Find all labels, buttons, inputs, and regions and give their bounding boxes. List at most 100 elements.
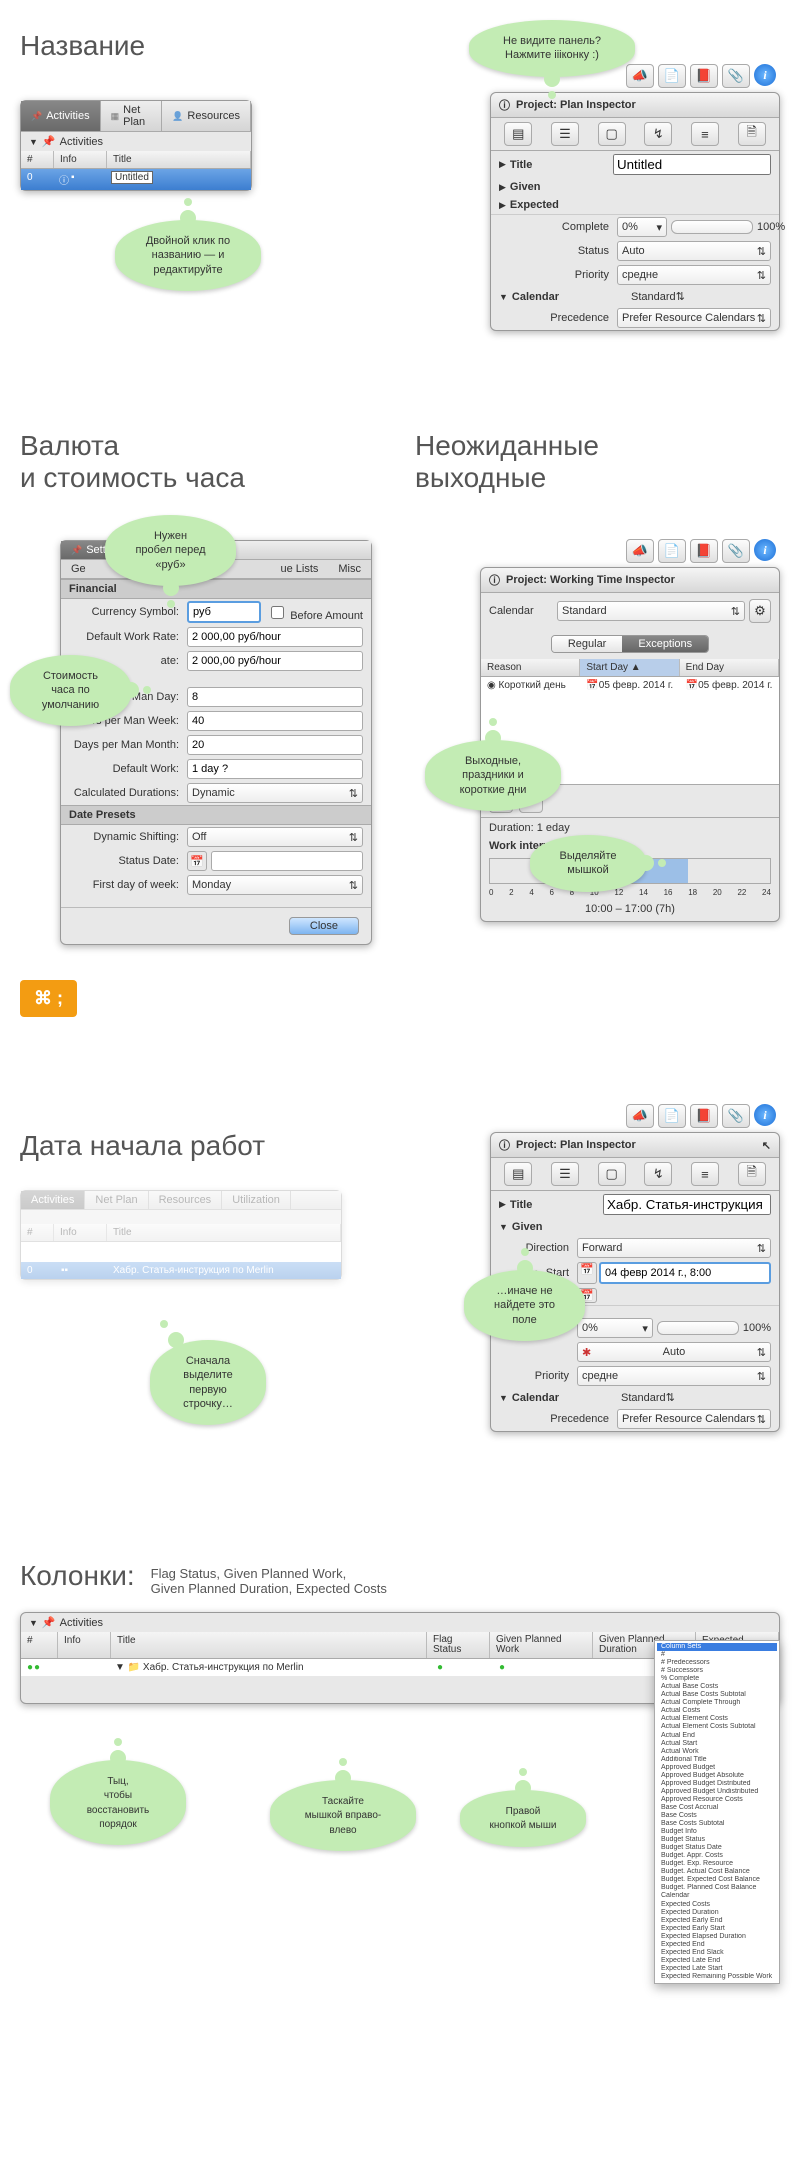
tab-resources[interactable]: Resources: [149, 1191, 223, 1209]
menu-item[interactable]: Base Cost Accrual: [657, 1804, 777, 1812]
book-icon[interactable]: 📕: [690, 64, 718, 88]
default-work-input[interactable]: [187, 759, 363, 779]
menu-item[interactable]: Actual Base Costs: [657, 1683, 777, 1691]
menu-item[interactable]: Expected Late End: [657, 1957, 777, 1965]
row-calendar[interactable]: ▼CalendarStandard⇅: [491, 287, 779, 306]
menu-item[interactable]: Actual Costs: [657, 1707, 777, 1715]
insp-tab-1[interactable]: ▤: [504, 122, 532, 146]
menu-item[interactable]: Expected Costs: [657, 1901, 777, 1909]
menu-item[interactable]: Actual End: [657, 1732, 777, 1740]
activity-row[interactable]: 0 ▪▪ Хабр. Статья-инструкция по Merlin: [21, 1262, 341, 1279]
priority-select[interactable]: средне⇅: [577, 1366, 771, 1386]
gear-icon[interactable]: ⚙: [749, 599, 771, 623]
insp-tab-6[interactable]: 🗎: [738, 1162, 766, 1186]
activity-row[interactable]: 0 ⓘ▪ Untitled: [21, 169, 251, 190]
menu-item[interactable]: Base Costs Subtotal: [657, 1820, 777, 1828]
row-expected[interactable]: ▶Expected: [491, 196, 779, 214]
menu-item[interactable]: Actual Start: [657, 1740, 777, 1748]
menu-item[interactable]: Budget Info: [657, 1828, 777, 1836]
menu-item[interactable]: Expected Remaining Possible Work: [657, 1973, 777, 1981]
menu-item[interactable]: Approved Budget Distributed: [657, 1780, 777, 1788]
col-start-day[interactable]: Start Day ▲: [580, 659, 679, 676]
insp-tab-4[interactable]: ↯: [644, 1162, 672, 1186]
col-title[interactable]: Title: [111, 1632, 427, 1658]
menu-item[interactable]: Expected Duration: [657, 1909, 777, 1917]
menu-item[interactable]: Budget. Exp. Resource: [657, 1860, 777, 1868]
calc-durations-select[interactable]: Dynamic⇅: [187, 783, 363, 803]
calendar-select[interactable]: Standard⇅: [621, 1391, 771, 1404]
insp-tab-4[interactable]: ↯: [644, 122, 672, 146]
complete-select[interactable]: 0%▾: [577, 1318, 653, 1338]
menu-item[interactable]: Expected Early End: [657, 1917, 777, 1925]
menu-item[interactable]: Column Sets: [657, 1643, 777, 1651]
menu-item[interactable]: Budget. Expected Cost Balance: [657, 1876, 777, 1884]
insp-tab-5[interactable]: ≡: [691, 122, 719, 146]
menu-item[interactable]: Base Costs: [657, 1812, 777, 1820]
col-title[interactable]: Title: [107, 151, 251, 168]
calendar-select[interactable]: Standard⇅: [631, 290, 771, 303]
priority-select[interactable]: средне⇅: [617, 265, 771, 285]
progress-bar[interactable]: [671, 220, 753, 234]
menu-item[interactable]: Budget. Planned Cost Balance: [657, 1884, 777, 1892]
insp-tab-6[interactable]: 🗎: [738, 122, 766, 146]
menu-item[interactable]: Expected Elapsed Duration: [657, 1933, 777, 1941]
menu-item[interactable]: Budget Status: [657, 1836, 777, 1844]
tab-utilization[interactable]: Utilization: [222, 1191, 291, 1209]
subtab-general[interactable]: Ge: [61, 560, 96, 578]
menu-item[interactable]: Approved Budget: [657, 1764, 777, 1772]
menu-item[interactable]: Expected Late Start: [657, 1965, 777, 1973]
tab-activities[interactable]: 📌Activities: [21, 101, 101, 131]
clip-icon[interactable]: 📎: [722, 1104, 750, 1128]
calendar-icon[interactable]: 📅: [187, 851, 207, 871]
col-info[interactable]: Info: [54, 151, 107, 168]
menu-item[interactable]: Calendar: [657, 1892, 777, 1900]
status-select[interactable]: Auto⇅: [617, 241, 771, 261]
menu-item[interactable]: Expected End Slack: [657, 1949, 777, 1957]
col-end-day[interactable]: End Day: [680, 659, 779, 676]
book-icon[interactable]: 📕: [690, 539, 718, 563]
menu-item[interactable]: Actual Work: [657, 1748, 777, 1756]
title-input[interactable]: [603, 1194, 771, 1215]
insp-tab-5[interactable]: ≡: [691, 1162, 719, 1186]
activities-subheader[interactable]: ▼📌Activities: [21, 132, 251, 151]
calendar-select[interactable]: Standard⇅: [557, 601, 745, 621]
menu-item[interactable]: #: [657, 1651, 777, 1659]
activities-subheader[interactable]: ▼📌Activities: [21, 1613, 779, 1632]
announce-icon[interactable]: 📣: [626, 1104, 654, 1128]
days-per-month-input[interactable]: [187, 735, 363, 755]
tab-activities[interactable]: Activities: [21, 1191, 85, 1209]
menu-item[interactable]: Actual Element Costs Subtotal: [657, 1723, 777, 1731]
menu-item[interactable]: # Predecessors: [657, 1659, 777, 1667]
menu-item[interactable]: Actual Element Costs: [657, 1715, 777, 1723]
first-day-select[interactable]: Monday⇅: [187, 875, 363, 895]
overtime-rate-input[interactable]: [187, 651, 363, 671]
col-num[interactable]: #: [21, 1632, 58, 1658]
complete-select[interactable]: 0%▾: [617, 217, 667, 237]
announce-icon[interactable]: 📣: [626, 539, 654, 563]
precedence-select[interactable]: Prefer Resource Calendars⇅: [617, 1409, 771, 1429]
precedence-select[interactable]: Prefer Resource Calendars⇅: [617, 308, 771, 328]
hours-per-day-input[interactable]: [187, 687, 363, 707]
progress-bar[interactable]: [657, 1321, 739, 1335]
direction-select[interactable]: Forward⇅: [577, 1238, 771, 1258]
info-icon[interactable]: i: [754, 1104, 776, 1126]
menu-item[interactable]: Approved Budget Undistributed: [657, 1788, 777, 1796]
row-calendar[interactable]: ▼CalendarStandard⇅: [491, 1388, 779, 1407]
info-icon[interactable]: i: [754, 539, 776, 561]
status-select[interactable]: ✱ Auto⇅: [577, 1342, 771, 1362]
menu-item[interactable]: Additional Title: [657, 1756, 777, 1764]
insp-tab-3[interactable]: ▢: [598, 122, 626, 146]
menu-item[interactable]: Expected Early Start: [657, 1925, 777, 1933]
col-given-work[interactable]: Given Planned Work: [490, 1632, 593, 1658]
menu-item[interactable]: Budget Status Date: [657, 1844, 777, 1852]
menu-item[interactable]: # Successors: [657, 1667, 777, 1675]
subtab-valuelists[interactable]: ue Lists: [270, 560, 328, 578]
tab-resources[interactable]: 👤Resources: [162, 101, 251, 131]
insp-tab-2[interactable]: ☰: [551, 122, 579, 146]
menu-item[interactable]: Actual Base Costs Subtotal: [657, 1691, 777, 1699]
note-icon[interactable]: 📄: [658, 1104, 686, 1128]
row-given[interactable]: ▶Given: [491, 178, 779, 196]
note-icon[interactable]: 📄: [658, 64, 686, 88]
calendar-picker-icon[interactable]: 📅: [577, 1262, 597, 1284]
menu-item[interactable]: Approved Resource Costs: [657, 1796, 777, 1804]
